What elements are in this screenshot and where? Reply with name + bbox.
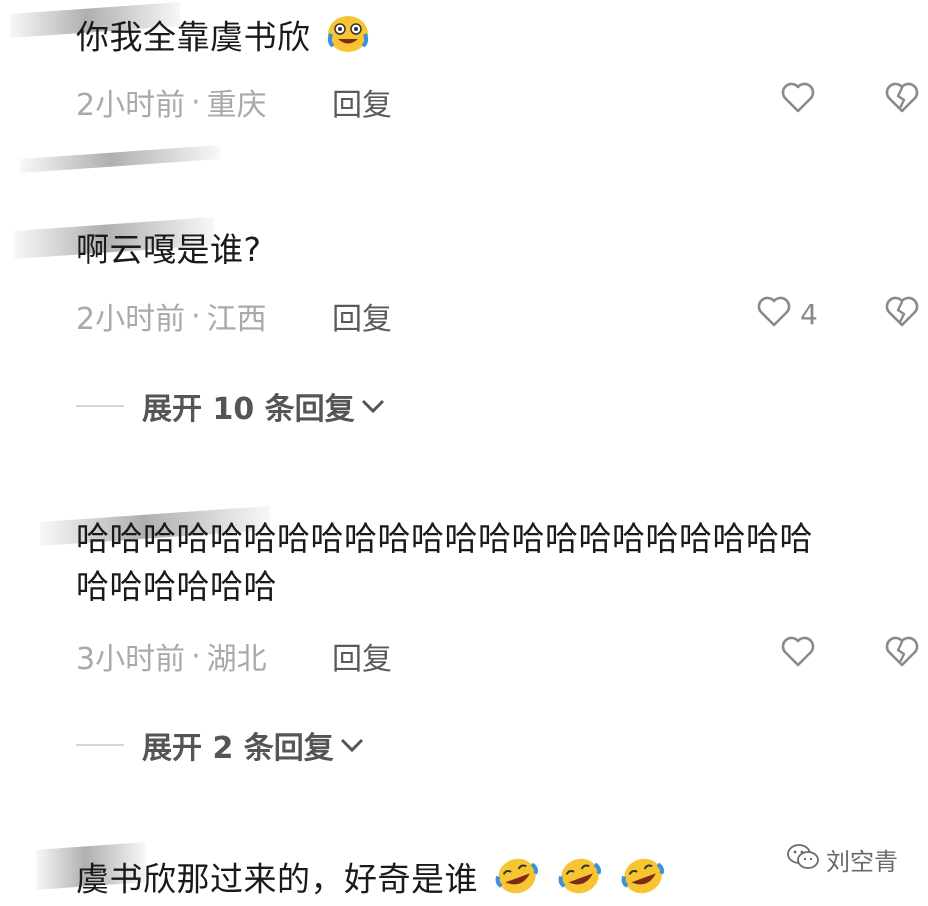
comment-text: 啊云嘎是谁?: [76, 230, 262, 269]
comment-text-line: 哈哈哈哈哈哈哈哈哈哈哈哈哈哈哈哈哈哈哈哈哈哈: [76, 519, 813, 558]
broken-heart-icon: [884, 82, 920, 118]
broken-heart-icon: [884, 296, 920, 332]
comment-text: 你我全靠虞书欣: [76, 14, 370, 64]
comment-time: 2小时前: [76, 302, 186, 337]
watermark-label: 刘空青: [826, 848, 898, 876]
meta-separator: ·: [191, 298, 201, 334]
rolling-laughing-emoji-icon: [619, 856, 667, 906]
dislike-button[interactable]: [884, 294, 920, 332]
comment-meta: 3小时前 · 湖北: [76, 634, 267, 678]
expand-replies-button[interactable]: 展开 2 条回复: [76, 723, 366, 767]
like-button[interactable]: 4: [756, 294, 818, 335]
reply-button[interactable]: 回复: [332, 80, 392, 124]
heart-icon: [756, 294, 792, 335]
chevron-down-icon: [338, 735, 366, 755]
like-button[interactable]: [780, 634, 816, 675]
heart-icon: [780, 634, 816, 675]
meta-separator: ·: [191, 638, 201, 674]
expand-replies-button[interactable]: 展开 10 条回复: [76, 384, 387, 428]
comment-location: 湖北: [206, 642, 267, 677]
meta-separator: ·: [191, 84, 201, 120]
rolling-laughing-emoji-icon: [556, 856, 604, 906]
wechat-icon: [786, 843, 820, 877]
rolling-laughing-emoji-icon: [493, 856, 541, 906]
laughing-crying-emoji-icon: [326, 14, 370, 64]
divider-line: [76, 405, 124, 407]
divider-line: [76, 744, 124, 746]
comment-meta: 2小时前 · 江西: [76, 294, 267, 338]
dislike-button[interactable]: [884, 634, 920, 672]
comment-text: 虞书欣那过来的，好奇是谁: [76, 856, 667, 906]
comment-time: 3小时前: [76, 642, 186, 677]
like-count: 4: [800, 298, 818, 331]
chevron-down-icon: [359, 396, 387, 416]
comment-text: 哈哈哈哈哈哈哈哈哈哈哈哈哈哈哈哈哈哈哈哈哈哈 哈哈哈哈哈哈: [76, 518, 813, 608]
heart-icon: [780, 80, 816, 121]
broken-heart-icon: [884, 636, 920, 672]
comment-location: 重庆: [206, 88, 267, 123]
comment-location: 江西: [206, 302, 267, 337]
watermark: 刘空青: [786, 842, 898, 877]
reply-button[interactable]: 回复: [332, 634, 392, 678]
expand-replies-label: 展开 10 条回复: [142, 392, 355, 427]
scan-smear: [20, 145, 220, 173]
reply-button[interactable]: 回复: [332, 294, 392, 338]
dislike-button[interactable]: [884, 80, 920, 118]
expand-replies-label: 展开 2 条回复: [142, 731, 334, 766]
comment-meta: 2小时前 · 重庆: [76, 80, 267, 124]
like-button[interactable]: [780, 80, 816, 121]
comment-time: 2小时前: [76, 88, 186, 123]
comment-text-line: 哈哈哈哈哈哈: [76, 567, 277, 606]
